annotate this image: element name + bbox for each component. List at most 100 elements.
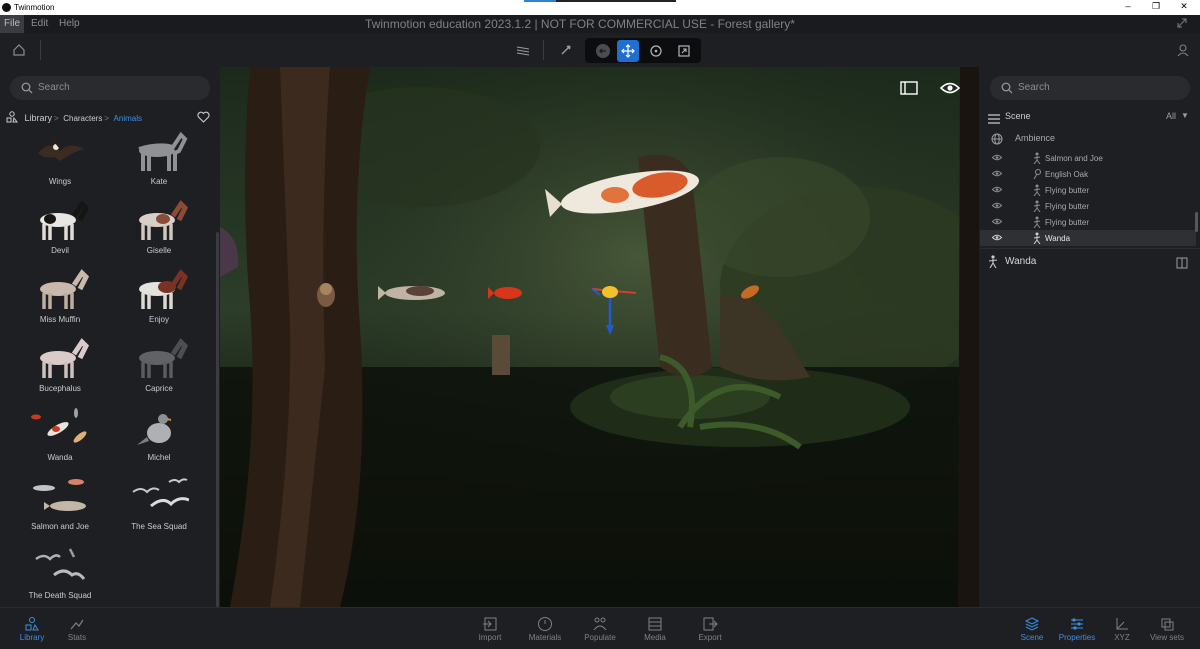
library-item-label: Miss Muffin	[39, 315, 81, 324]
tab-media[interactable]: Media	[630, 608, 680, 649]
breadcrumb-characters[interactable]: Characters	[63, 114, 102, 123]
tab-view-sets[interactable]: View sets	[1142, 608, 1192, 649]
tab-label: Scene	[1020, 633, 1044, 642]
library-item-kate[interactable]: Kate	[114, 129, 204, 195]
visibility-eye-icon[interactable]	[991, 154, 1003, 163]
library-item-michel[interactable]: Michel	[114, 405, 204, 471]
layers-icon[interactable]	[512, 39, 534, 61]
library-item-the-death-squad[interactable]: The Death Squad	[15, 543, 105, 609]
library-item-enjoy[interactable]: Enjoy	[114, 267, 204, 333]
tab-export[interactable]: Export	[685, 608, 735, 649]
tab-library[interactable]: Library	[7, 608, 57, 649]
filter-chevron-icon[interactable]: ▼	[1181, 111, 1189, 120]
search-icon	[1001, 82, 1013, 94]
toolbar-divider	[40, 40, 41, 60]
scene-title: Scene	[1005, 111, 1031, 121]
scene-row[interactable]: English Oak	[980, 166, 1196, 182]
horse-thumbnail	[138, 131, 188, 171]
breadcrumb: Library > Characters > Animals	[6, 111, 206, 123]
scene-group-ambience[interactable]: Ambience	[1015, 133, 1055, 143]
breadcrumb-library[interactable]: Library	[25, 113, 53, 123]
library-item-miss-muffin[interactable]: Miss Muffin	[15, 267, 105, 333]
character-icon	[1032, 232, 1042, 246]
library-item-devil[interactable]: Devil	[15, 198, 105, 264]
character-icon	[1032, 184, 1042, 198]
eyedropper-icon[interactable]	[555, 39, 577, 61]
scene-row[interactable]: Salmon and Joe	[980, 150, 1196, 166]
scene-row-name: Wanda	[1045, 234, 1071, 243]
import-icon	[483, 617, 497, 631]
library-search-placeholder: Search	[38, 82, 70, 93]
fullscreen-icon[interactable]	[1176, 17, 1188, 32]
library-item-label: The Sea Squad	[131, 522, 187, 531]
horse-thumbnail	[40, 338, 90, 378]
tab-stats[interactable]: Stats	[52, 608, 102, 649]
library-item-bucephalus[interactable]: Bucephalus	[15, 336, 105, 402]
character-icon	[988, 255, 998, 273]
tab-properties[interactable]: Properties	[1052, 608, 1102, 649]
tab-xyz[interactable]: XYZ	[1097, 608, 1147, 649]
library-item-label: Michel	[147, 453, 171, 462]
scale-icon[interactable]	[673, 40, 695, 62]
undo-icon[interactable]	[592, 40, 614, 62]
bottom-bar: Library Stats Import Materials Populate …	[0, 607, 1200, 649]
library-item-label: Kate	[150, 177, 168, 186]
tab-import[interactable]: Import	[465, 608, 515, 649]
library-item-label: Caprice	[145, 384, 173, 393]
scene-search-input[interactable]: Search	[990, 76, 1190, 100]
scene-panel: Search Scene All ▼ Ambience Salmon and J…	[980, 67, 1200, 607]
library-scrollbar[interactable]	[216, 232, 219, 607]
library-item-label: The Death Squad	[28, 591, 92, 600]
scene-row[interactable]: Flying butter	[980, 214, 1196, 230]
library-item-label: Enjoy	[148, 315, 169, 324]
horse-thumbnail	[139, 200, 189, 240]
minimize-button[interactable]: –	[1118, 1, 1138, 11]
visibility-eye-icon[interactable]	[991, 170, 1003, 179]
library-item-giselle[interactable]: Giselle	[114, 198, 204, 264]
library-item-wanda[interactable]: Wanda	[15, 405, 105, 471]
library-item-label: Wings	[48, 177, 72, 186]
rotate-icon[interactable]	[645, 40, 667, 62]
tab-label: Materials	[528, 633, 562, 642]
scene-scrollbar[interactable]	[1195, 212, 1198, 232]
visibility-eye-icon[interactable]	[991, 234, 1003, 243]
horse-thumbnail	[139, 269, 189, 309]
move-icon[interactable]	[617, 40, 639, 62]
scene-row-selected[interactable]: Wanda	[980, 230, 1196, 246]
tab-populate[interactable]: Populate	[575, 608, 625, 649]
breadcrumb-animals[interactable]: Animals	[114, 114, 142, 123]
tab-scene[interactable]: Scene	[1007, 608, 1057, 649]
scene-row[interactable]: Flying butter	[980, 182, 1196, 198]
favorite-heart-icon[interactable]	[197, 110, 210, 128]
library-item-salmon-and-joe[interactable]: Salmon and Joe	[15, 474, 105, 540]
horse-thumbnail	[40, 269, 90, 309]
axes-icon	[1116, 618, 1128, 630]
close-button[interactable]: ✕	[1174, 1, 1194, 12]
3d-viewport[interactable]	[220, 67, 979, 607]
library-item-label: Salmon and Joe	[31, 522, 89, 531]
panel-toggle-icon[interactable]	[900, 81, 918, 100]
visibility-eye-icon[interactable]	[991, 186, 1003, 195]
library-item-the-sea-squad[interactable]: The Sea Squad	[114, 474, 204, 540]
tab-label: Import	[478, 633, 502, 642]
library-search-input[interactable]: Search	[10, 76, 210, 100]
toolbar	[0, 33, 1200, 67]
restore-button[interactable]: ❐	[1146, 1, 1166, 12]
user-icon[interactable]	[1172, 39, 1194, 61]
library-item-wings[interactable]: Wings	[15, 129, 105, 195]
tab-materials[interactable]: Materials	[520, 608, 570, 649]
library-item-label: Giselle	[146, 246, 172, 255]
eye-icon[interactable]	[939, 81, 961, 100]
visibility-eye-icon[interactable]	[991, 202, 1003, 211]
visibility-eye-icon[interactable]	[991, 218, 1003, 227]
properties-title: Wanda	[1005, 256, 1037, 267]
home-icon[interactable]	[8, 39, 30, 61]
tab-label: Export	[698, 633, 722, 642]
library-item-caprice[interactable]: Caprice	[114, 336, 204, 402]
scene-row[interactable]: Flying butter	[980, 198, 1196, 214]
scene-filter[interactable]: All	[1166, 111, 1176, 121]
koi-thumbnail	[31, 408, 87, 443]
globe-icon	[991, 132, 1003, 150]
os-app-title: Twinmotion	[14, 3, 55, 12]
split-view-icon[interactable]	[1176, 256, 1188, 274]
